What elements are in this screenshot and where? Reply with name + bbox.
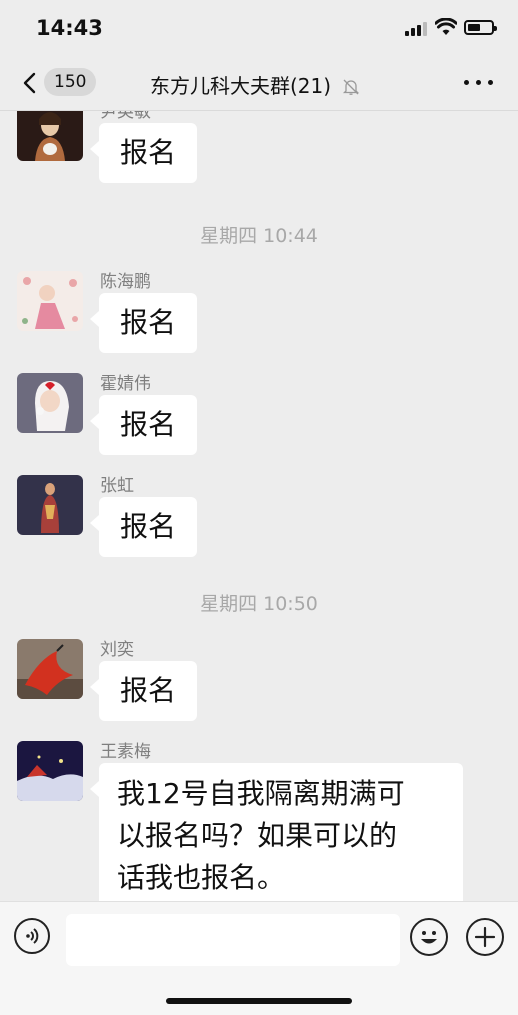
message-bubble[interactable]: 报名 xyxy=(90,293,197,353)
more-functions-button[interactable] xyxy=(466,918,504,956)
avatar[interactable] xyxy=(17,741,83,801)
chevron-left-icon xyxy=(23,72,36,94)
battery-icon xyxy=(464,20,497,35)
back-button[interactable]: 150 xyxy=(18,66,108,100)
voice-icon xyxy=(26,928,39,944)
message-text-line: 我12号自我隔离期满可 xyxy=(117,777,405,810)
sender-name: 张虹 xyxy=(100,476,134,496)
message-list[interactable]: 尹英敏 报名 星期四 10:44 陈海鹏 报名 霍婧伟 报名 张虹 报名 星期四… xyxy=(0,111,518,901)
message-bubble[interactable]: 报名 xyxy=(90,395,197,455)
avatar[interactable] xyxy=(17,111,83,161)
sender-name: 王素梅 xyxy=(100,742,151,762)
timestamp-divider: 星期四 10:50 xyxy=(200,593,318,615)
chat-header: 150 东方儿科大夫群(21) xyxy=(0,56,518,111)
avatar[interactable] xyxy=(17,475,83,535)
chat-title: 东方儿科大夫群(21) xyxy=(150,74,332,98)
input-bar xyxy=(0,901,518,1015)
message-bubble[interactable]: 我12号自我隔离期满可 以报名吗？如果可以的 话我也报名。 xyxy=(90,763,463,901)
chat-title-area: 东方儿科大夫群(21) xyxy=(150,70,390,98)
message-bubble[interactable]: 报名 xyxy=(90,123,197,183)
message-bubble[interactable]: 报名 xyxy=(90,661,197,721)
wifi-icon xyxy=(435,18,457,35)
sender-name: 陈海鹏 xyxy=(100,272,151,292)
sender-name: 刘奕 xyxy=(100,640,134,660)
sender-name: 霍婧伟 xyxy=(100,374,151,394)
more-options-button[interactable] xyxy=(464,80,494,88)
timestamp-divider: 星期四 10:44 xyxy=(200,225,318,247)
voice-input-button[interactable] xyxy=(14,918,50,954)
smiley-icon xyxy=(421,931,437,944)
message-bubble[interactable]: 报名 xyxy=(90,497,197,557)
plus-icon xyxy=(474,926,496,948)
message-input[interactable] xyxy=(66,914,400,966)
emoji-button[interactable] xyxy=(410,918,448,956)
unread-count-badge: 150 xyxy=(44,68,97,96)
message-text-line: 以报名吗？如果可以的 xyxy=(117,819,398,852)
mute-bell-icon xyxy=(343,79,360,95)
home-indicator xyxy=(166,998,352,1004)
sender-name: 尹英敏 xyxy=(100,111,151,122)
status-time: 14:43 xyxy=(36,16,103,40)
cellular-signal-icon xyxy=(405,22,429,36)
message-text-line: 话我也报名。 xyxy=(117,861,286,894)
status-bar: 14:43 xyxy=(0,0,518,56)
avatar[interactable] xyxy=(17,373,83,433)
avatar[interactable] xyxy=(17,271,83,331)
avatar[interactable] xyxy=(17,639,83,699)
